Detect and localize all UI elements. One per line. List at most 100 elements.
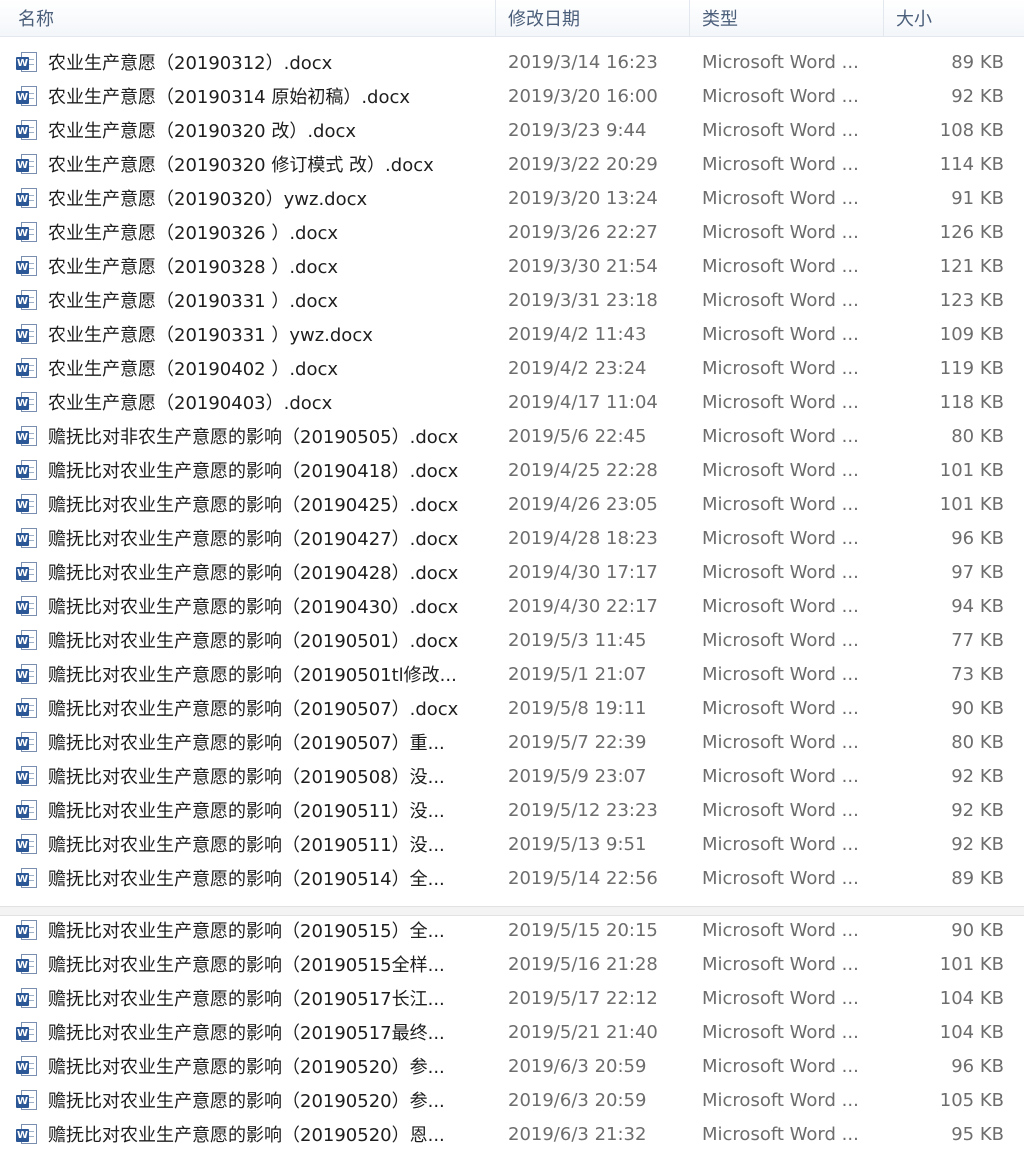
file-name-cell[interactable]: W 赡抚比对农业生产意愿的影响（20190501）.docx (0, 627, 496, 653)
file-row[interactable]: W 赡抚比对农业生产意愿的影响（20190428）.docx 2019/4/30 1… (0, 555, 1024, 589)
file-name-cell[interactable]: W 农业生产意愿（20190320 改）.docx (0, 117, 496, 143)
file-row[interactable]: W 赡抚比对农业生产意愿的影响（20190515）全... 2019/5/15 20… (0, 913, 1024, 947)
column-header-date-modified[interactable]: 修改日期 (496, 0, 690, 36)
word-document-icon: W (16, 323, 38, 345)
file-row[interactable]: W 赡抚比对农业生产意愿的影响（20190515全样... 2019/5/16 21… (0, 947, 1024, 981)
column-header-name[interactable]: 名称 (0, 0, 496, 36)
file-name-cell[interactable]: W 赡抚比对农业生产意愿的影响（20190427）.docx (0, 525, 496, 551)
file-name-cell[interactable]: W 赡抚比对农业生产意愿的影响（20190425）.docx (0, 491, 496, 517)
file-row[interactable]: W 赡抚比对农业生产意愿的影响（20190520）参... 2019/6/3 20:… (0, 1049, 1024, 1083)
file-row[interactable]: W 赡抚比对农业生产意愿的影响（20190501tl修改... 2019/5/1 2… (0, 657, 1024, 691)
file-size: 96 KB (951, 1055, 1004, 1077)
file-row[interactable]: W 赡抚比对农业生产意愿的影响（20190507）.docx 2019/5/8 19… (0, 691, 1024, 725)
file-size: 104 KB (939, 1021, 1004, 1043)
file-name-cell[interactable]: W 赡抚比对农业生产意愿的影响（20190520）参... (0, 1087, 496, 1113)
file-name-cell[interactable]: W 赡抚比对农业生产意愿的影响（20190520）参... (0, 1053, 496, 1079)
file-row[interactable]: W 赡抚比对农业生产意愿的影响（20190517长江... 2019/5/17 22… (0, 981, 1024, 1015)
file-name-cell[interactable]: W 农业生产意愿（20190326 ）.docx (0, 219, 496, 245)
file-name: 农业生产意愿（20190331 ）ywz.docx (48, 325, 373, 346)
file-name-cell[interactable]: W 农业生产意愿（20190403）.docx (0, 389, 496, 415)
file-name-cell[interactable]: W 赡抚比对农业生产意愿的影响（20190514）全... (0, 865, 496, 891)
file-row[interactable]: W 赡抚比对农业生产意愿的影响（20190517最终... 2019/5/21 21… (0, 1015, 1024, 1049)
file-row[interactable]: W 赡抚比对农业生产意愿的影响（20190511）没... 2019/5/12 23… (0, 793, 1024, 827)
file-name: 赡抚比对农业生产意愿的影响（20190425）.docx (48, 495, 459, 516)
file-name-cell[interactable]: W 赡抚比对农业生产意愿的影响（20190501tl修改... (0, 661, 496, 687)
file-name-cell[interactable]: W 赡抚比对农业生产意愿的影响（20190515全样... (0, 951, 496, 977)
file-name-cell[interactable]: W 赡抚比对农业生产意愿的影响（20190507）.docx (0, 695, 496, 721)
file-row[interactable]: W 农业生产意愿（20190320 修订模式 改）.docx 2019/3/22 2… (0, 147, 1024, 181)
file-row[interactable]: W 赡抚比对农业生产意愿的影响（20190430）.docx 2019/4/30 2… (0, 589, 1024, 623)
column-header-bar: 名称 修改日期 类型 大小 (0, 0, 1024, 37)
file-row[interactable]: W 农业生产意愿（20190403）.docx 2019/4/17 11:04 Mic… (0, 385, 1024, 419)
file-row[interactable]: W 农业生产意愿（20190402 ）.docx 2019/4/2 23:24 Mic… (0, 351, 1024, 385)
file-date-modified: 2019/4/26 23:05 (508, 493, 658, 515)
file-row[interactable]: W 赡抚比对农业生产意愿的影响（20190507）重... 2019/5/7 22:… (0, 725, 1024, 759)
file-row[interactable]: W 赡抚比对农业生产意愿的影响（20190520）参... 2019/6/3 20:… (0, 1083, 1024, 1117)
file-type: Microsoft Word ... (702, 765, 859, 787)
file-row[interactable]: W 农业生产意愿（20190328 ）.docx 2019/3/30 21:54 Mi… (0, 249, 1024, 283)
file-row[interactable]: W 农业生产意愿（20190314 原始初稿）.docx 2019/3/20 16:… (0, 79, 1024, 113)
word-document-icon: W (16, 867, 38, 889)
file-size: 90 KB (951, 697, 1004, 719)
file-size: 104 KB (939, 987, 1004, 1009)
file-type: Microsoft Word ... (702, 1021, 859, 1043)
file-name-cell[interactable]: W 农业生产意愿（20190312）.docx (0, 49, 496, 75)
file-name-cell[interactable]: W 农业生产意愿（20190331 ）ywz.docx (0, 321, 496, 347)
file-row[interactable]: W 赡抚比对农业生产意愿的影响（20190418）.docx 2019/4/25 2… (0, 453, 1024, 487)
file-name-cell[interactable]: W 赡抚比对农业生产意愿的影响（20190517长江... (0, 985, 496, 1011)
file-name-cell[interactable]: W 赡抚比对农业生产意愿的影响（20190511）没... (0, 797, 496, 823)
file-type: Microsoft Word ... (702, 595, 859, 617)
file-name: 赡抚比对农业生产意愿的影响（20190418）.docx (48, 461, 459, 482)
file-type: Microsoft Word ... (702, 663, 859, 685)
file-list: W 农业生产意愿（20190312）.docx 2019/3/14 16:23 Mic… (0, 45, 1024, 895)
file-name: 农业生产意愿（20190402 ）.docx (48, 359, 339, 380)
file-name-cell[interactable]: W 赡抚比对非农生产意愿的影响（20190505）.docx (0, 423, 496, 449)
file-row[interactable]: W 农业生产意愿（20190326 ）.docx 2019/3/26 22:27 Mi… (0, 215, 1024, 249)
file-row[interactable]: W 赡抚比对农业生产意愿的影响（20190425）.docx 2019/4/26 2… (0, 487, 1024, 521)
file-name-cell[interactable]: W 赡抚比对农业生产意愿的影响（20190428）.docx (0, 559, 496, 585)
file-name-cell[interactable]: W 农业生产意愿（20190320）ywz.docx (0, 185, 496, 211)
file-name-cell[interactable]: W 赡抚比对农业生产意愿的影响（20190511）没... (0, 831, 496, 857)
file-name: 赡抚比对农业生产意愿的影响（20190508）没... (48, 767, 445, 788)
file-row[interactable]: W 农业生产意愿（20190320 改）.docx 2019/3/23 9:44 Mi… (0, 113, 1024, 147)
file-row[interactable]: W 农业生产意愿（20190331 ）.docx 2019/3/31 23:18 Mi… (0, 283, 1024, 317)
file-name: 赡抚比对农业生产意愿的影响（20190520）恩... (48, 1125, 445, 1146)
file-name-cell[interactable]: W 赡抚比对农业生产意愿的影响（20190430）.docx (0, 593, 496, 619)
file-size: 105 KB (939, 1089, 1004, 1111)
file-row[interactable]: W 赡抚比对农业生产意愿的影响（20190520）恩... 2019/6/3 21:… (0, 1117, 1024, 1151)
file-date-modified: 2019/5/6 22:45 (508, 425, 647, 447)
file-name-cell[interactable]: W 赡抚比对农业生产意愿的影响（20190515）全... (0, 917, 496, 943)
file-row[interactable]: W 赡抚比对农业生产意愿的影响（20190501）.docx 2019/5/3 11… (0, 623, 1024, 657)
word-document-icon: W (16, 953, 38, 975)
file-row[interactable]: W 农业生产意愿（20190320）ywz.docx 2019/3/20 13:24… (0, 181, 1024, 215)
file-row[interactable]: W 赡抚比对农业生产意愿的影响（20190511）没... 2019/5/13 9:… (0, 827, 1024, 861)
file-name-cell[interactable]: W 农业生产意愿（20190402 ）.docx (0, 355, 496, 381)
file-size: 101 KB (939, 459, 1004, 481)
file-row[interactable]: W 赡抚比对农业生产意愿的影响（20190427）.docx 2019/4/28 1… (0, 521, 1024, 555)
file-name-cell[interactable]: W 农业生产意愿（20190320 修订模式 改）.docx (0, 151, 496, 177)
file-size: 73 KB (951, 663, 1004, 685)
file-type: Microsoft Word ... (702, 425, 859, 447)
file-row[interactable]: W 赡抚比对农业生产意愿的影响（20190514）全... 2019/5/14 22… (0, 861, 1024, 895)
file-name-cell[interactable]: W 赡抚比对农业生产意愿的影响（20190418）.docx (0, 457, 496, 483)
file-row[interactable]: W 农业生产意愿（20190312）.docx 2019/3/14 16:23 Mic… (0, 45, 1024, 79)
file-row[interactable]: W 赡抚比对非农生产意愿的影响（20190505）.docx 2019/5/6 22… (0, 419, 1024, 453)
word-document-icon: W (16, 255, 38, 277)
word-document-icon: W (16, 51, 38, 73)
file-type: Microsoft Word ... (702, 357, 859, 379)
file-name-cell[interactable]: W 赡抚比对农业生产意愿的影响（20190520）恩... (0, 1121, 496, 1147)
file-name-cell[interactable]: W 赡抚比对农业生产意愿的影响（20190507）重... (0, 729, 496, 755)
file-date-modified: 2019/3/22 20:29 (508, 153, 658, 175)
file-size: 89 KB (951, 51, 1004, 73)
column-header-size[interactable]: 大小 (884, 0, 1024, 36)
file-name-cell[interactable]: W 农业生产意愿（20190328 ）.docx (0, 253, 496, 279)
file-name-cell[interactable]: W 赡抚比对农业生产意愿的影响（20190517最终... (0, 1019, 496, 1045)
file-name: 赡抚比对农业生产意愿的影响（20190507）.docx (48, 699, 459, 720)
file-name-cell[interactable]: W 农业生产意愿（20190331 ）.docx (0, 287, 496, 313)
file-size: 96 KB (951, 527, 1004, 549)
file-row[interactable]: W 赡抚比对农业生产意愿的影响（20190508）没... 2019/5/9 23:… (0, 759, 1024, 793)
file-name-cell[interactable]: W 农业生产意愿（20190314 原始初稿）.docx (0, 83, 496, 109)
file-name-cell[interactable]: W 赡抚比对农业生产意愿的影响（20190508）没... (0, 763, 496, 789)
file-row[interactable]: W 农业生产意愿（20190331 ）ywz.docx 2019/4/2 11:43… (0, 317, 1024, 351)
column-header-type[interactable]: 类型 (690, 0, 884, 36)
